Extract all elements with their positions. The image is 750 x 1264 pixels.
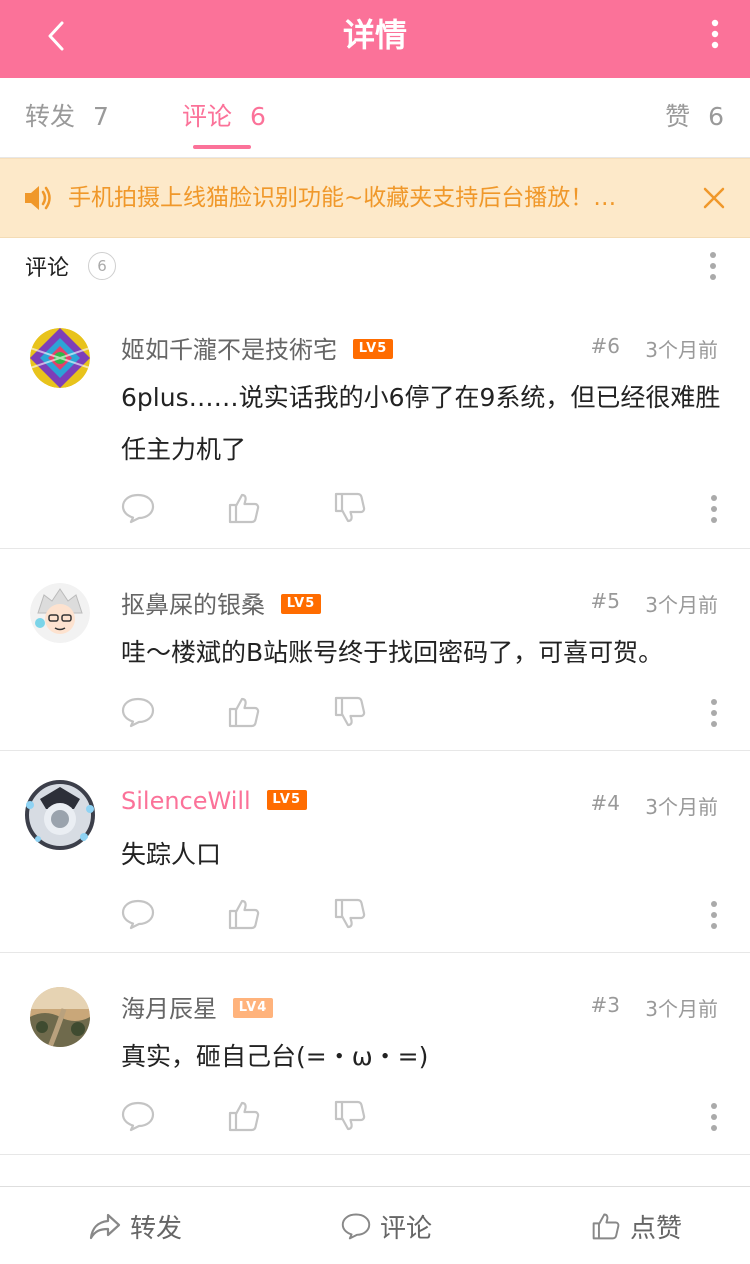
more-vertical-icon[interactable] bbox=[703, 898, 725, 932]
thumbs-down-icon[interactable] bbox=[332, 897, 368, 931]
comment-bubble-icon bbox=[341, 1213, 371, 1240]
top-app-bar: 详情 bbox=[0, 0, 750, 78]
reply-icon[interactable] bbox=[120, 491, 156, 525]
like-button[interactable]: 点赞 bbox=[590, 1187, 682, 1264]
thumbs-down-icon[interactable] bbox=[332, 1099, 368, 1133]
comment-item: 姬如千瀧不是技術宅 LV5 #6 3个月前 6plus……说实话我的小6停了在9系… bbox=[0, 294, 750, 549]
more-vertical-icon[interactable] bbox=[703, 492, 725, 526]
tab-like[interactable]: 赞6 bbox=[665, 78, 724, 158]
reply-icon[interactable] bbox=[120, 1099, 156, 1133]
tab-count: 7 bbox=[93, 102, 109, 131]
tab-count: 6 bbox=[250, 102, 266, 131]
comment-time: 3个月前 bbox=[645, 795, 718, 819]
comment-text: 哇～楼斌的B站账号终于找回密码了，可喜可贺。 bbox=[121, 638, 664, 667]
close-icon[interactable] bbox=[700, 183, 728, 213]
thumbs-up-icon bbox=[592, 1213, 620, 1240]
comment-item: SilenceWill LV5 #4 3个月前 失踪人口 bbox=[0, 751, 750, 953]
floor-number: #4 bbox=[590, 791, 620, 815]
more-vertical-icon[interactable] bbox=[702, 250, 724, 282]
share-arrow-icon bbox=[89, 1213, 121, 1240]
username[interactable]: SilenceWill LV5 bbox=[121, 787, 307, 815]
comments-section-header: 评论 6 bbox=[0, 238, 750, 294]
comment-text: 真实，砸自己台(=・ω・=) bbox=[121, 1042, 429, 1071]
repost-button[interactable]: 转发 bbox=[88, 1187, 182, 1264]
tab-count: 6 bbox=[708, 102, 724, 131]
avatar[interactable] bbox=[30, 987, 90, 1047]
more-vertical-icon[interactable] bbox=[703, 696, 725, 730]
floor-number: #3 bbox=[590, 993, 620, 1017]
more-menu-button[interactable] bbox=[700, 14, 730, 54]
reply-icon[interactable] bbox=[120, 897, 156, 931]
bottom-action-bar: 转发 评论 点赞 bbox=[0, 1186, 750, 1264]
speaker-icon bbox=[25, 186, 51, 210]
level-badge: LV5 bbox=[266, 790, 307, 810]
like-label: 点赞 bbox=[630, 1213, 683, 1244]
avatar[interactable] bbox=[24, 779, 96, 851]
username[interactable]: 姬如千瀧不是技術宅 LV5 bbox=[121, 330, 393, 365]
level-badge: LV5 bbox=[353, 339, 393, 359]
tab-label: 赞 bbox=[665, 102, 691, 131]
comment-text: 6plus……说实话我的小6停了在9系统，但已经很难胜任主力机了 bbox=[121, 383, 721, 464]
announcement-text: 手机拍摄上线猫脸识别功能~收藏夹支持后台播放！… bbox=[68, 185, 617, 211]
comment-item: 抠鼻屎的银桑 LV5 #5 3个月前 哇～楼斌的B站账号终于找回密码了，可喜可贺。 bbox=[0, 549, 750, 751]
more-vertical-icon bbox=[711, 19, 719, 49]
comment-item: 海月辰星 LV4 #3 3个月前 真实，砸自己台(=・ω・=) bbox=[0, 953, 750, 1155]
comment-time: 3个月前 bbox=[645, 338, 718, 362]
thumbs-up-icon[interactable] bbox=[226, 491, 262, 525]
comment-count-badge: 6 bbox=[88, 252, 116, 280]
section-title: 评论 bbox=[25, 256, 70, 281]
user-avatar-image bbox=[30, 987, 90, 1047]
username[interactable]: 海月辰星 LV4 bbox=[121, 989, 273, 1024]
thumbs-up-icon[interactable] bbox=[226, 695, 262, 729]
floor-number: #6 bbox=[590, 334, 620, 358]
floor-number: #5 bbox=[590, 589, 620, 613]
user-avatar-image bbox=[30, 583, 90, 643]
tab-label: 评论 bbox=[182, 102, 233, 131]
detail-tabs: 转发 7 评论 6 赞6 bbox=[0, 78, 750, 158]
comment-text: 失踪人口 bbox=[121, 840, 222, 869]
thumbs-up-icon[interactable] bbox=[226, 897, 262, 931]
page-title: 详情 bbox=[342, 16, 407, 54]
announcement-banner[interactable]: 手机拍摄上线猫脸识别功能~收藏夹支持后台播放！… bbox=[0, 158, 750, 238]
thumbs-down-icon[interactable] bbox=[332, 695, 368, 729]
level-badge: LV5 bbox=[281, 594, 321, 614]
more-vertical-icon[interactable] bbox=[703, 1100, 725, 1134]
repost-label: 转发 bbox=[130, 1213, 183, 1244]
comment-label: 评论 bbox=[380, 1213, 433, 1244]
thumbs-down-icon[interactable] bbox=[332, 491, 368, 525]
tab-repost[interactable]: 转发 7 bbox=[25, 78, 109, 158]
comment-time: 3个月前 bbox=[645, 593, 718, 617]
reply-icon[interactable] bbox=[120, 695, 156, 729]
comment-button[interactable]: 评论 bbox=[340, 1187, 432, 1264]
tab-label: 转发 bbox=[25, 102, 76, 131]
username[interactable]: 抠鼻屎的银桑 LV5 bbox=[121, 585, 321, 620]
thumbs-up-icon[interactable] bbox=[226, 1099, 262, 1133]
active-tab-indicator bbox=[193, 145, 251, 149]
user-avatar-image bbox=[30, 328, 90, 388]
comment-time: 3个月前 bbox=[645, 997, 718, 1021]
avatar[interactable] bbox=[30, 328, 90, 388]
user-avatar-image bbox=[25, 780, 95, 850]
level-badge: LV4 bbox=[233, 998, 273, 1018]
avatar[interactable] bbox=[30, 583, 90, 643]
